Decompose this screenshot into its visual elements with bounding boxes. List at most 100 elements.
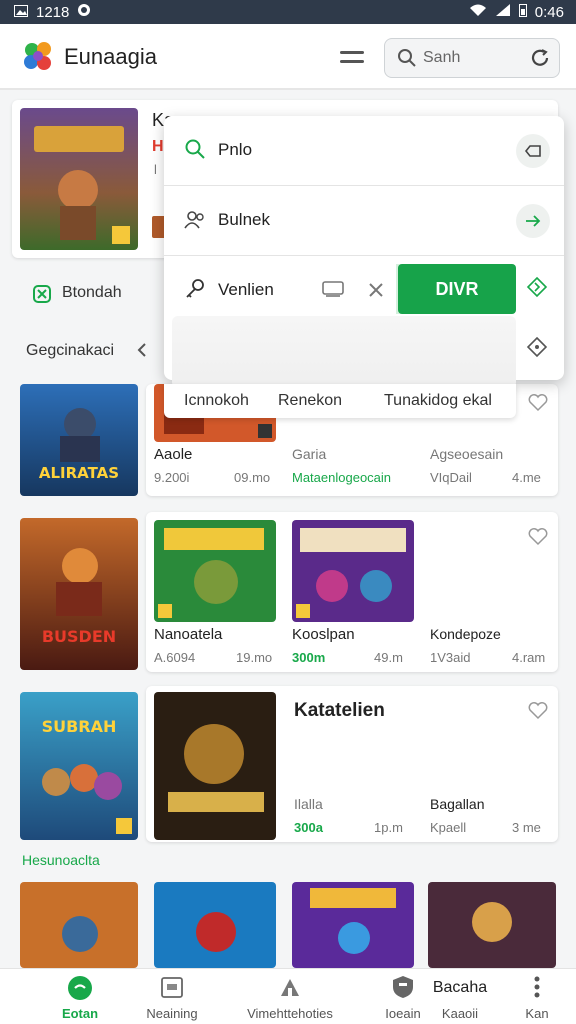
tile-meta-right: 3 me — [512, 820, 541, 835]
dropdown-menu: Pnlo Bulnek Venlien DIVR — [164, 116, 564, 388]
tile-title: Kooslpan — [292, 626, 355, 643]
game-thumbnail[interactable] — [292, 520, 414, 622]
nav-neaining[interactable]: Neaining — [132, 969, 212, 1024]
more-icon — [533, 975, 541, 1004]
game-thumbnail[interactable] — [154, 520, 276, 622]
tile-meta-right: 1p.m — [374, 820, 403, 835]
status-time: 1218 — [36, 3, 70, 21]
home-icon — [67, 975, 93, 1006]
tag-icon[interactable] — [516, 134, 550, 168]
gallery-icon — [14, 4, 28, 21]
app-logo-icon — [20, 38, 56, 74]
tile-meta-left: 1V3aid — [430, 650, 471, 665]
users-icon — [184, 208, 206, 235]
menu-bar — [340, 51, 364, 54]
game-thumbnail[interactable] — [154, 692, 276, 840]
filter-chip[interactable]: Btondah — [30, 282, 150, 306]
row-card-2[interactable]: Nanoatela A.6094 19.mo Kooslpan 300m 49.… — [146, 512, 558, 672]
bottom-navigation: Eotan Neaining Vimehttehoties Ioeain Bac… — [0, 968, 576, 1024]
nav-label: Vimehttehoties — [247, 1006, 333, 1021]
nav-sublabel: Kaaoii — [441, 1006, 479, 1021]
game-hero-thumbnail[interactable]: BUSDEN — [20, 518, 138, 670]
menu-button[interactable] — [340, 48, 364, 66]
dropdown-tab[interactable]: Tunakidog ekal — [384, 392, 492, 410]
tile-meta-left: Ilalla — [294, 796, 323, 812]
status-bar: 1218 0:46 — [0, 0, 576, 24]
app-title: Eunaagia — [64, 44, 157, 69]
search-icon — [184, 138, 206, 165]
tile-meta-left: Kpaell — [430, 820, 467, 835]
tile-title: Nanoatela — [154, 626, 223, 643]
signal-icon — [495, 3, 511, 21]
tile-meta-left: A.6094 — [154, 650, 196, 665]
heart-icon[interactable] — [528, 528, 548, 551]
tile-meta-right: 4.me — [512, 470, 541, 485]
featured-badge: H — [152, 138, 164, 155]
key-icon — [184, 278, 206, 305]
tile-meta-left: 9.200i — [154, 470, 190, 485]
dropdown-tabs: Icnnokoh Renekon Tunakidog ekal — [164, 384, 516, 418]
tile-meta-right: 19.mo — [236, 650, 273, 665]
nav-vimehttehoties[interactable]: Vimehttehoties — [238, 969, 342, 1024]
game-thumbnail[interactable] — [154, 882, 276, 968]
chevron-right-icon[interactable] — [526, 276, 548, 303]
dropdown-tab[interactable]: Icnnokoh — [184, 392, 249, 410]
game-thumbnail[interactable] — [20, 882, 138, 968]
game-hero-thumbnail[interactable]: SUBRAH — [20, 692, 138, 840]
game-thumbnail[interactable] — [292, 882, 414, 968]
dropdown-item[interactable]: Bulnek — [164, 186, 564, 256]
tile-title: Bagallan — [430, 796, 485, 812]
chart-icon — [278, 975, 302, 1004]
nav-bacaha[interactable]: Bacaha Kaaoii — [424, 969, 496, 1024]
game-thumbnail[interactable] — [428, 882, 556, 968]
tile-title: Garia — [292, 446, 327, 462]
search-box[interactable]: Sanh — [384, 38, 560, 78]
card-icon[interactable] — [322, 280, 344, 303]
tile-title: Aaole — [154, 446, 193, 463]
filter-icon — [32, 284, 52, 309]
nav-label: Eotan — [61, 1006, 99, 1021]
dropdown-item-label: Bulnek — [218, 210, 270, 229]
heart-icon[interactable] — [528, 702, 548, 725]
dropdown-tab[interactable]: Renekon — [278, 392, 342, 410]
chevron-left-icon[interactable] — [136, 342, 148, 363]
search-placeholder: Sanh — [423, 49, 461, 66]
nav-label: Bacaha — [432, 979, 488, 996]
featured-game-thumbnail[interactable] — [20, 108, 138, 250]
battery-text: 0:46 — [534, 3, 564, 21]
wifi-icon — [469, 3, 487, 21]
nav-label: Neaining — [146, 1006, 198, 1021]
close-icon[interactable] — [368, 282, 384, 303]
nav-more[interactable]: Kan — [510, 969, 564, 1024]
tile-meta-right: 4.ram — [512, 650, 546, 665]
game-hero-thumbnail[interactable]: ALIRATAS — [20, 384, 138, 496]
tile-meta-right: 09.mo — [234, 470, 271, 485]
section-subtitle: Hesunoaclta — [22, 852, 100, 868]
hero-text: BUSDEN — [42, 627, 116, 646]
section-title: Gegcinakaci — [26, 342, 115, 359]
row-card-3[interactable]: Katatelien Ilalla 300a 1p.m Bagallan Kpa… — [146, 686, 558, 842]
dropdown-item-label: Venlien — [218, 280, 274, 299]
shield-icon — [392, 975, 414, 1004]
hero-text: ALIRATAS — [39, 464, 119, 482]
hero-text: SUBRAH — [42, 717, 117, 736]
refresh-icon[interactable] — [529, 47, 551, 74]
tile-title: Katatelien — [294, 700, 385, 721]
arrow-right-icon[interactable] — [516, 204, 550, 238]
nav-label: Kan — [525, 1006, 549, 1021]
diamond-icon[interactable] — [526, 336, 548, 363]
dropdown-item[interactable]: Pnlo — [164, 116, 564, 186]
tile-meta-right: 49.m — [374, 650, 403, 665]
filter-chip-label: Btondah — [62, 284, 122, 301]
heart-icon[interactable] — [528, 394, 548, 417]
battery-icon — [518, 3, 527, 21]
tile-meta-left: Mataenlogeocain — [292, 470, 392, 485]
primary-cta-button[interactable]: DIVR — [398, 264, 516, 314]
nav-home[interactable]: Eotan — [40, 969, 120, 1024]
app-header: Eunaagia Sanh — [0, 24, 576, 90]
dropdown-subpanel — [172, 316, 516, 388]
dropdown-item-label: Pnlo — [218, 140, 253, 159]
calendar-icon — [160, 975, 184, 1004]
sync-icon — [77, 3, 91, 21]
tile-meta-left: VIqDail — [430, 470, 472, 485]
